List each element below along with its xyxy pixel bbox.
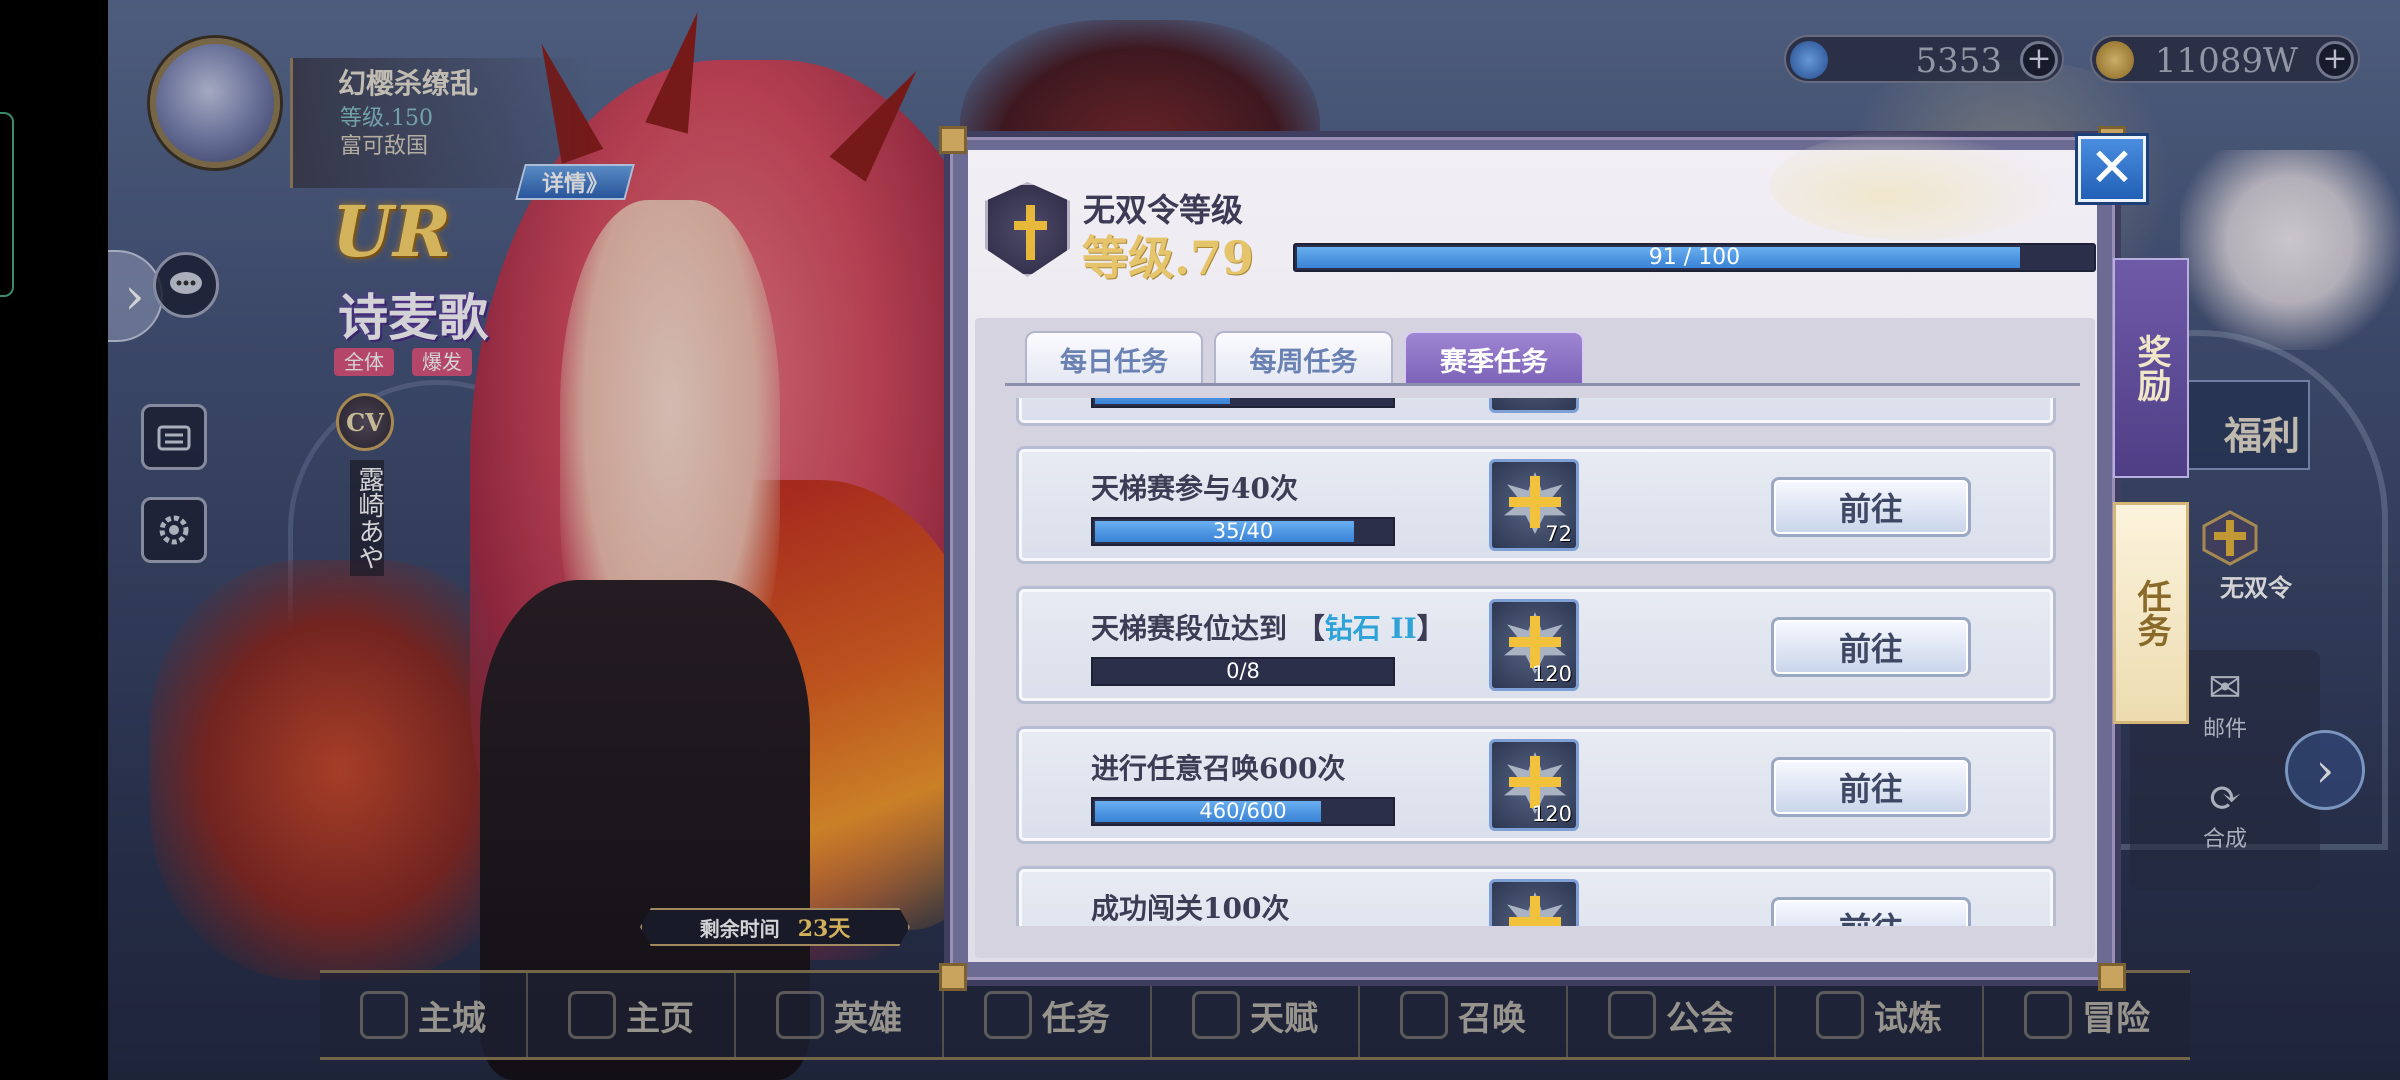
pass-progress-text: 91 / 100 [1648, 245, 1741, 270]
reward-quantity: 120 [1531, 802, 1572, 826]
task-progress-text: 460/600 [1199, 799, 1287, 823]
pass-level: 等级.79 [1082, 231, 1255, 285]
task-card: 天梯赛参与40次 35/40 72 前往 [1016, 446, 2056, 564]
pass-progress-bar: 91 / 100 [1293, 243, 2096, 272]
reward-quantity: 72 [1545, 522, 1572, 546]
gold-cross [1509, 777, 1561, 787]
task-card [1016, 398, 2056, 426]
task-progress-text: 0/8 [1226, 659, 1260, 683]
screen-edge [0, 0, 108, 1080]
reward-item[interactable]: 120 [1489, 599, 1579, 691]
task-card: 成功闯关100次 前往 [1016, 866, 2056, 926]
task-name: 天梯赛参与40次 [1091, 472, 1298, 505]
go-button[interactable]: 前往 [1771, 477, 1971, 537]
task-progress-text: 35/40 [1212, 519, 1274, 543]
task-card: 天梯赛段位达到 【钻石 II】 0/8 120 前往 [1016, 586, 2056, 704]
reward-item[interactable]: 120 [1489, 739, 1579, 831]
task-card: 进行任意召唤600次 460/600 120 前往 [1016, 726, 2056, 844]
task-progress-bar [1091, 398, 1395, 408]
tab-weekly[interactable]: 每周任务 [1214, 331, 1393, 385]
feather-decoration [1770, 130, 2060, 240]
task-name-prefix: 天梯赛段位达到 【 [1091, 612, 1325, 645]
close-button[interactable]: ✕ [2078, 136, 2146, 202]
notch [0, 112, 14, 297]
go-button[interactable]: 前往 [1771, 617, 1971, 677]
frame-corner [939, 963, 967, 991]
frame-corner [2098, 963, 2126, 991]
task-name: 天梯赛段位达到 【钻石 II】 [1091, 607, 1445, 647]
tab-season[interactable]: 赛季任务 [1404, 331, 1584, 385]
frame-corner [939, 126, 967, 154]
go-button[interactable]: 前往 [1771, 897, 1971, 926]
reward-item[interactable]: 72 [1489, 459, 1579, 551]
task-name: 成功闯关100次 [1091, 892, 1290, 925]
side-tab-task[interactable]: 任务 [2113, 502, 2189, 724]
task-progress-fill [1095, 398, 1230, 404]
task-name-highlight: 钻石 II [1324, 612, 1417, 645]
reward-item[interactable] [1489, 879, 1579, 926]
tab-divider [1005, 383, 2080, 386]
cross-icon [1014, 205, 1047, 260]
task-name: 进行任意召唤600次 [1091, 752, 1346, 785]
gold-cross [1509, 917, 1561, 926]
reward-item[interactable] [1489, 398, 1579, 413]
go-button[interactable]: 前往 [1771, 757, 1971, 817]
reward-quantity: 120 [1531, 662, 1572, 686]
gold-cross [1509, 497, 1561, 507]
task-progress-bar: 0/8 [1091, 657, 1395, 686]
side-tab-reward[interactable]: 奖励 [2113, 258, 2189, 478]
task-name-suffix: 】 [1416, 612, 1445, 645]
task-list[interactable]: 天梯赛参与40次 35/40 72 前往 天梯赛段位达到 【钻石 II】 0/8… [1010, 398, 2060, 926]
gold-cross [1509, 637, 1561, 647]
tab-daily[interactable]: 每日任务 [1025, 331, 1203, 385]
task-progress-bar: 460/600 [1091, 797, 1395, 826]
task-progress-bar: 35/40 [1091, 517, 1395, 546]
